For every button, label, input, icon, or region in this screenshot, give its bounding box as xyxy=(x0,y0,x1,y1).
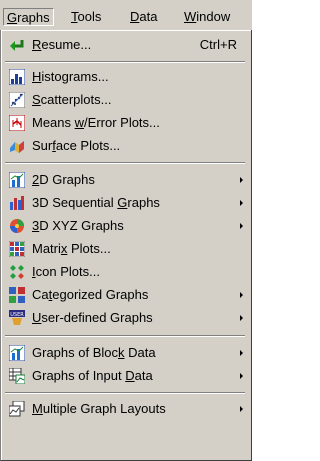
submenu-arrow-icon xyxy=(240,373,243,379)
scatterplot-icon xyxy=(9,92,25,108)
svg-text:USER: USER xyxy=(10,312,24,318)
menubar-data[interactable]: Data xyxy=(127,8,160,26)
graphs-dropdown-menu: Resume... Ctrl+R Histograms... Scatterpl… xyxy=(0,30,252,461)
menu-item-icon-plots-label: Icon Plots... xyxy=(32,264,100,279)
menu-item-2d-graphs[interactable]: 2D Graphs xyxy=(3,168,247,192)
menu-item-block-data[interactable]: Graphs of Block Data xyxy=(3,341,247,365)
user-defined-icon: USER xyxy=(9,310,25,326)
menu-item-scatterplots[interactable]: Scatterplots... xyxy=(3,88,247,112)
submenu-arrow-icon xyxy=(240,223,243,229)
menu-item-surface[interactable]: Surface Plots... xyxy=(3,134,247,158)
menu-item-user-defined-label: User-defined Graphs xyxy=(32,310,153,325)
submenu-arrow-icon xyxy=(240,200,243,206)
histogram-icon xyxy=(9,69,25,85)
menu-item-categorized[interactable]: Categorized Graphs xyxy=(3,283,247,307)
multiple-layouts-icon xyxy=(9,401,25,417)
menu-item-3d-xyz-label: 3D XYZ Graphs xyxy=(32,218,124,233)
block-data-icon xyxy=(9,345,25,361)
submenu-arrow-icon xyxy=(240,177,243,183)
menu-item-scatterplots-label: Scatterplots... xyxy=(32,92,112,107)
menu-item-categorized-label: Categorized Graphs xyxy=(32,287,149,302)
menu-item-means-error-label: Means w/Error Plots... xyxy=(32,115,160,130)
submenu-arrow-icon xyxy=(240,292,243,298)
menu-item-input-data[interactable]: Graphs of Input Data xyxy=(3,364,247,388)
menubar-window-post: indow xyxy=(196,9,231,24)
menu-item-surface-label: Surface Plots... xyxy=(32,138,121,153)
menu-item-3d-sequential-label: 3D Sequential Graphs xyxy=(32,195,160,210)
menu-separator xyxy=(5,162,245,164)
3d-sequential-icon xyxy=(9,195,25,211)
menu-item-block-data-label: Graphs of Block Data xyxy=(32,345,156,360)
menu-separator xyxy=(5,335,245,337)
input-data-icon xyxy=(9,368,25,384)
menubar-tools-post: ools xyxy=(77,9,102,24)
submenu-arrow-icon xyxy=(240,315,243,321)
menu-item-icon-plots[interactable]: Icon Plots... xyxy=(3,260,247,284)
submenu-arrow-icon xyxy=(240,406,243,412)
menu-item-multiple-layouts-label: Multiple Graph Layouts xyxy=(32,401,166,416)
menubar-tools[interactable]: Tools xyxy=(68,8,104,26)
menu-bar: Graphs Tools Data Window xyxy=(0,0,252,30)
menu-separator xyxy=(5,392,245,394)
menu-item-resume-label: Resume... xyxy=(32,37,92,52)
menubar-window-mnemonic: W xyxy=(184,9,197,24)
menu-item-resume-shortcut: Ctrl+R xyxy=(199,37,237,52)
menu-item-means-error[interactable]: Means w/Error Plots... xyxy=(3,111,247,135)
menubar-data-mnemonic: D xyxy=(130,9,140,24)
menubar-graphs-mnemonic: G xyxy=(7,10,18,25)
menu-item-matrix[interactable]: Matrix Plots... xyxy=(3,237,247,261)
menu-item-histograms-label: Histograms... xyxy=(32,69,109,84)
surface-plot-icon xyxy=(9,138,25,154)
menubar-graphs[interactable]: Graphs xyxy=(3,8,54,26)
3d-xyz-icon xyxy=(9,218,25,234)
menu-item-histograms[interactable]: Histograms... xyxy=(3,65,247,89)
menu-item-user-defined[interactable]: USER User-defined Graphs xyxy=(3,306,247,330)
submenu-arrow-icon xyxy=(240,350,243,356)
menubar-window[interactable]: Window xyxy=(181,8,233,26)
matrix-plot-icon xyxy=(9,241,25,257)
menubar-graphs-post: raphs xyxy=(17,10,50,25)
menu-item-matrix-label: Matrix Plots... xyxy=(32,241,111,256)
2d-graph-icon xyxy=(9,172,25,188)
menubar-data-post: ata xyxy=(139,9,158,24)
menu-item-resume[interactable]: Resume... Ctrl+R xyxy=(3,33,247,57)
means-error-icon xyxy=(9,115,25,131)
icon-plot-icon xyxy=(9,264,25,280)
categorized-icon xyxy=(9,287,25,303)
resume-arrow-icon xyxy=(9,37,25,53)
menu-item-multiple-layouts[interactable]: Multiple Graph Layouts xyxy=(3,397,247,421)
menu-item-2d-graphs-label: 2D Graphs xyxy=(32,172,95,187)
menu-item-3d-xyz[interactable]: 3D XYZ Graphs xyxy=(3,214,247,238)
menu-item-input-data-label: Graphs of Input Data xyxy=(32,368,153,383)
menu-separator xyxy=(5,61,245,63)
menu-item-3d-sequential[interactable]: 3D Sequential Graphs xyxy=(3,191,247,215)
